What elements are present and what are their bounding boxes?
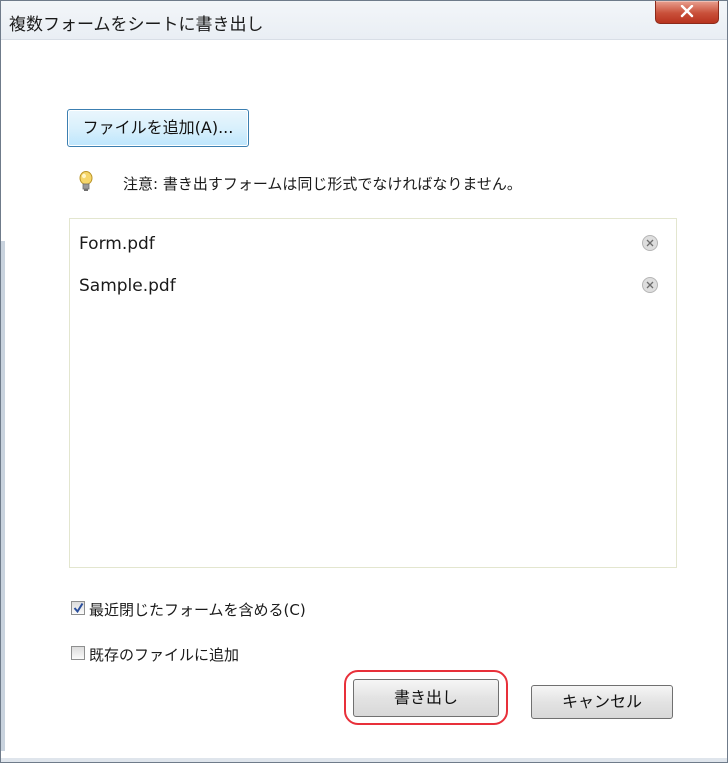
include-recent-label: 最近閉じたフォームを含める(C) [89, 601, 306, 619]
file-list[interactable]: Form.pdf Sample.pdf [69, 218, 677, 568]
include-recent-checkbox[interactable] [71, 601, 85, 615]
close-button[interactable] [655, 1, 719, 24]
dialog-title: 複数フォームをシートに書き出し [9, 15, 264, 35]
file-name: Form.pdf [79, 234, 155, 254]
list-item[interactable]: Form.pdf [70, 223, 676, 263]
lightbulb-icon [79, 171, 93, 197]
remove-icon[interactable] [642, 277, 658, 297]
window-bottom-edge [1, 758, 727, 762]
append-existing-checkbox[interactable] [71, 646, 85, 660]
export-button[interactable]: 書き出し [353, 679, 499, 717]
window-left-edge [1, 241, 5, 751]
cancel-button[interactable]: キャンセル [531, 685, 673, 719]
note-text: 注意: 書き出すフォームは同じ形式でなければなりません。 [123, 175, 522, 193]
list-item[interactable]: Sample.pdf [70, 265, 676, 305]
remove-icon[interactable] [642, 235, 658, 255]
add-file-button[interactable]: ファイルを追加(A)... [67, 109, 249, 147]
title-bar: 複数フォームをシートに書き出し [1, 1, 727, 40]
file-name: Sample.pdf [79, 276, 176, 296]
checkmark-icon [73, 602, 84, 614]
append-existing-label: 既存のファイルに追加 [89, 646, 240, 664]
export-forms-dialog: 複数フォームをシートに書き出し ファイルを追加(A)... 注意: 書き出すフォ… [0, 0, 728, 763]
close-icon [680, 5, 694, 18]
